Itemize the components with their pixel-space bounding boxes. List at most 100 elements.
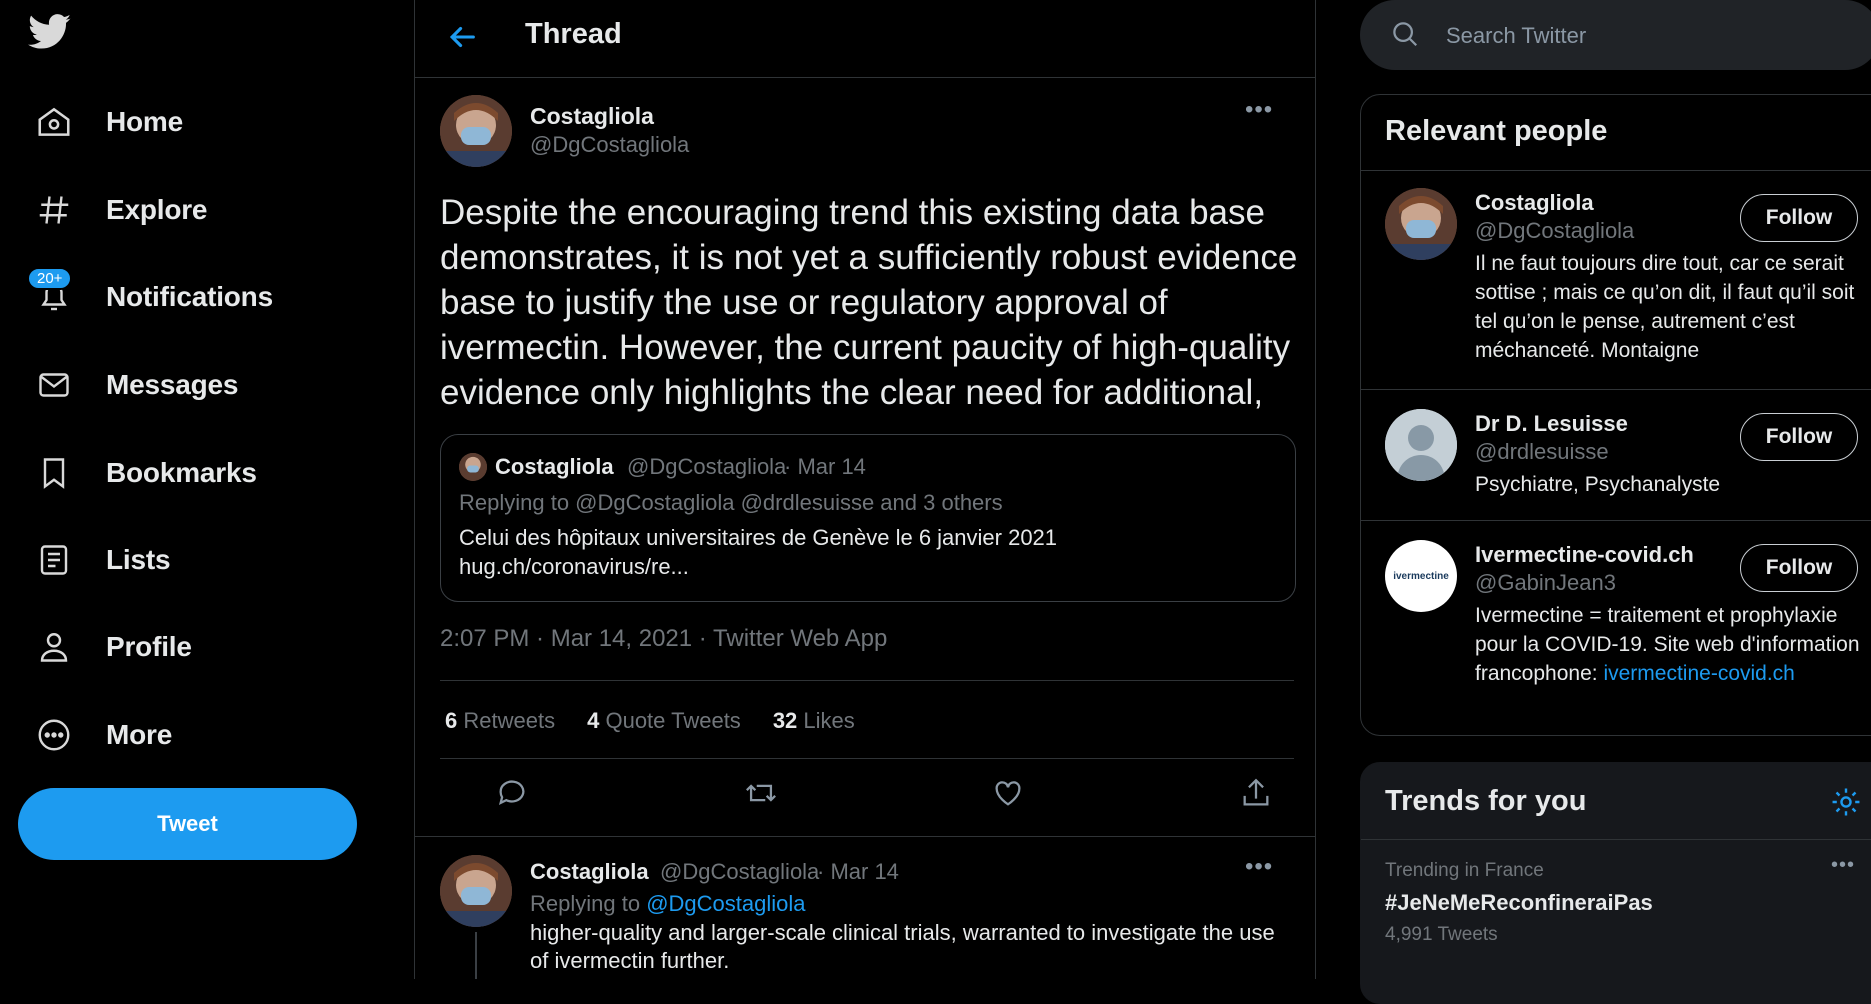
nav-home[interactable]: Home	[30, 92, 183, 152]
nav-more[interactable]: More	[30, 705, 172, 765]
likes-label: Likes	[803, 708, 855, 733]
person-handle[interactable]: @DgCostagliola	[1475, 218, 1634, 244]
bell-icon: 20+	[27, 267, 78, 321]
settings-gear-icon[interactable]	[1829, 785, 1863, 824]
tweet-button[interactable]: Tweet	[18, 788, 357, 860]
nav-label: More	[106, 719, 173, 750]
envelope-icon	[30, 361, 78, 409]
author-name[interactable]: Costagliola	[530, 103, 654, 130]
share-icon[interactable]	[1239, 776, 1275, 812]
list-icon	[30, 536, 78, 584]
reply-author-name[interactable]: Costagliola	[530, 859, 649, 885]
divider	[415, 836, 1315, 837]
avatar-logo-text: ivermectine	[1393, 570, 1449, 582]
hashtag-icon	[30, 186, 78, 234]
retweet-icon[interactable]	[743, 776, 779, 812]
quote-author-name: Costagliola	[495, 454, 614, 479]
like-heart-icon[interactable]	[991, 776, 1027, 812]
quoted-tweet[interactable]: Costagliola @DgCostagliola · Mar 14 Repl…	[440, 434, 1296, 602]
likes-count: 32	[772, 708, 798, 733]
retweets-label: Retweets	[463, 708, 556, 733]
divider	[440, 680, 1294, 681]
tweet-timestamp[interactable]: 2:07 PM · Mar 14, 2021 · Twitter Web App	[440, 625, 887, 653]
person-card[interactable]: ivermectine Ivermectine-covid.ch @GabinJ…	[1361, 520, 1871, 735]
tweet-stats: 6 Retweets 4 Quote Tweets 32 Likes	[445, 708, 855, 734]
quote-tweets-stat[interactable]: 4 Quote Tweets	[587, 708, 741, 734]
follow-button[interactable]: Follow	[1740, 544, 1858, 592]
trend-count: 4,991 Tweets	[1385, 924, 1498, 945]
quote-tweets-label: Quote Tweets	[605, 708, 741, 733]
person-avatar[interactable]	[1385, 409, 1457, 481]
nav-label: Home	[106, 106, 183, 137]
person-name[interactable]: Ivermectine-covid.ch	[1475, 542, 1694, 568]
nav-messages[interactable]: Messages	[30, 355, 238, 415]
thread-line	[475, 932, 477, 979]
nav-explore[interactable]: Explore	[30, 180, 208, 240]
nav-profile[interactable]: Profile	[30, 617, 192, 677]
person-handle[interactable]: @GabinJean3	[1475, 570, 1616, 596]
nav-label: Notifications	[106, 281, 273, 312]
person-card[interactable]: Dr D. Lesuisse @drdlesuisse Follow Psych…	[1361, 389, 1871, 520]
relevant-people-title: Relevant people	[1385, 115, 1608, 147]
reply-author-avatar[interactable]	[440, 855, 512, 927]
left-sidebar: Home Explore 20+ Notifications Messages …	[0, 0, 415, 979]
nav-label: Lists	[106, 544, 171, 575]
person-handle[interactable]: @drdlesuisse	[1475, 439, 1609, 465]
author-handle[interactable]: @DgCostagliola	[530, 132, 689, 158]
quote-avatar	[459, 453, 487, 481]
replying-prefix: Replying to	[530, 891, 641, 916]
nav-label: Profile	[106, 631, 192, 662]
divider	[440, 758, 1294, 759]
nav-label: Bookmarks	[106, 457, 257, 488]
trends-title: Trends for you	[1385, 785, 1587, 817]
quote-replying-to: Replying to @DgCostagliola @drdlesuisse …	[459, 490, 1003, 515]
quote-text: Celui des hôpitaux universitaires de Gen…	[459, 525, 1058, 550]
reply-more-options-icon[interactable]: •••	[1245, 853, 1273, 881]
back-arrow-icon[interactable]	[445, 20, 483, 58]
person-bio: Psychiatre, Psychanalyste	[1475, 473, 1721, 496]
bookmark-icon	[30, 449, 78, 497]
quote-link[interactable]: hug.ch/coronavirus/re...	[459, 554, 689, 580]
more-options-icon[interactable]: •••	[1245, 96, 1273, 124]
reply-date[interactable]: · Mar 14	[817, 859, 899, 885]
reply-text: higher-quality and larger-scale clinical…	[530, 920, 1275, 973]
retweets-stat[interactable]: 6 Retweets	[445, 708, 555, 734]
person-avatar[interactable]	[1385, 188, 1457, 260]
quote-tweets-count: 4	[587, 708, 600, 733]
twitter-logo-icon[interactable]	[28, 14, 80, 58]
person-avatar[interactable]: ivermectine	[1385, 540, 1457, 612]
quote-date: · Mar 14	[784, 454, 866, 479]
reply-replying-to: Replying to @DgCostagliola	[530, 891, 806, 917]
likes-stat[interactable]: 32 Likes	[773, 708, 855, 734]
follow-button[interactable]: Follow	[1740, 413, 1858, 461]
nav-bookmarks[interactable]: Bookmarks	[30, 443, 257, 503]
relevant-people-panel: Relevant people Costagliola @DgCostaglio…	[1360, 94, 1871, 736]
reply-author-handle[interactable]: @DgCostagliola	[660, 859, 819, 885]
person-name[interactable]: Costagliola	[1475, 190, 1594, 216]
nav-label: Messages	[106, 369, 239, 400]
author-avatar[interactable]	[440, 95, 512, 167]
more-circle-icon	[30, 711, 78, 759]
replying-to-link[interactable]: @DgCostagliola	[646, 891, 805, 916]
right-sidebar: Relevant people Costagliola @DgCostaglio…	[1360, 0, 1871, 1004]
person-bio: Il ne faut toujours dire tout, car ce se…	[1475, 252, 1855, 362]
nav-notifications[interactable]: 20+ Notifications	[27, 267, 273, 327]
follow-button[interactable]: Follow	[1740, 194, 1858, 242]
search-input[interactable]	[1444, 17, 1848, 55]
person-name[interactable]: Dr D. Lesuisse	[1475, 411, 1628, 437]
thread-column: Thread Costagliola @DgCostagliola ••• De…	[414, 0, 1316, 979]
nav-lists[interactable]: Lists	[30, 530, 171, 590]
person-bio-link[interactable]: ivermectine-covid.ch	[1603, 662, 1794, 685]
person-bio: Ivermectine = traitement et prophylaxie …	[1475, 601, 1865, 688]
trend-item[interactable]: Trending in France #JeNeMeReconfineraiPa…	[1361, 840, 1871, 970]
trend-more-options-icon[interactable]: •••	[1831, 854, 1855, 877]
tweet-actions	[495, 776, 1275, 812]
tweet-text: Despite the encouraging trend this exist…	[440, 193, 1298, 412]
retweets-count: 6	[445, 708, 458, 733]
search-bar[interactable]	[1360, 0, 1871, 70]
quote-author-handle: @DgCostagliola	[627, 454, 787, 479]
person-icon	[30, 623, 78, 671]
trends-panel: Trends for you Trending in France #JeNeM…	[1360, 762, 1871, 1004]
reply-icon[interactable]	[495, 776, 531, 812]
person-card[interactable]: Costagliola @DgCostagliola Follow Il ne …	[1361, 170, 1871, 389]
